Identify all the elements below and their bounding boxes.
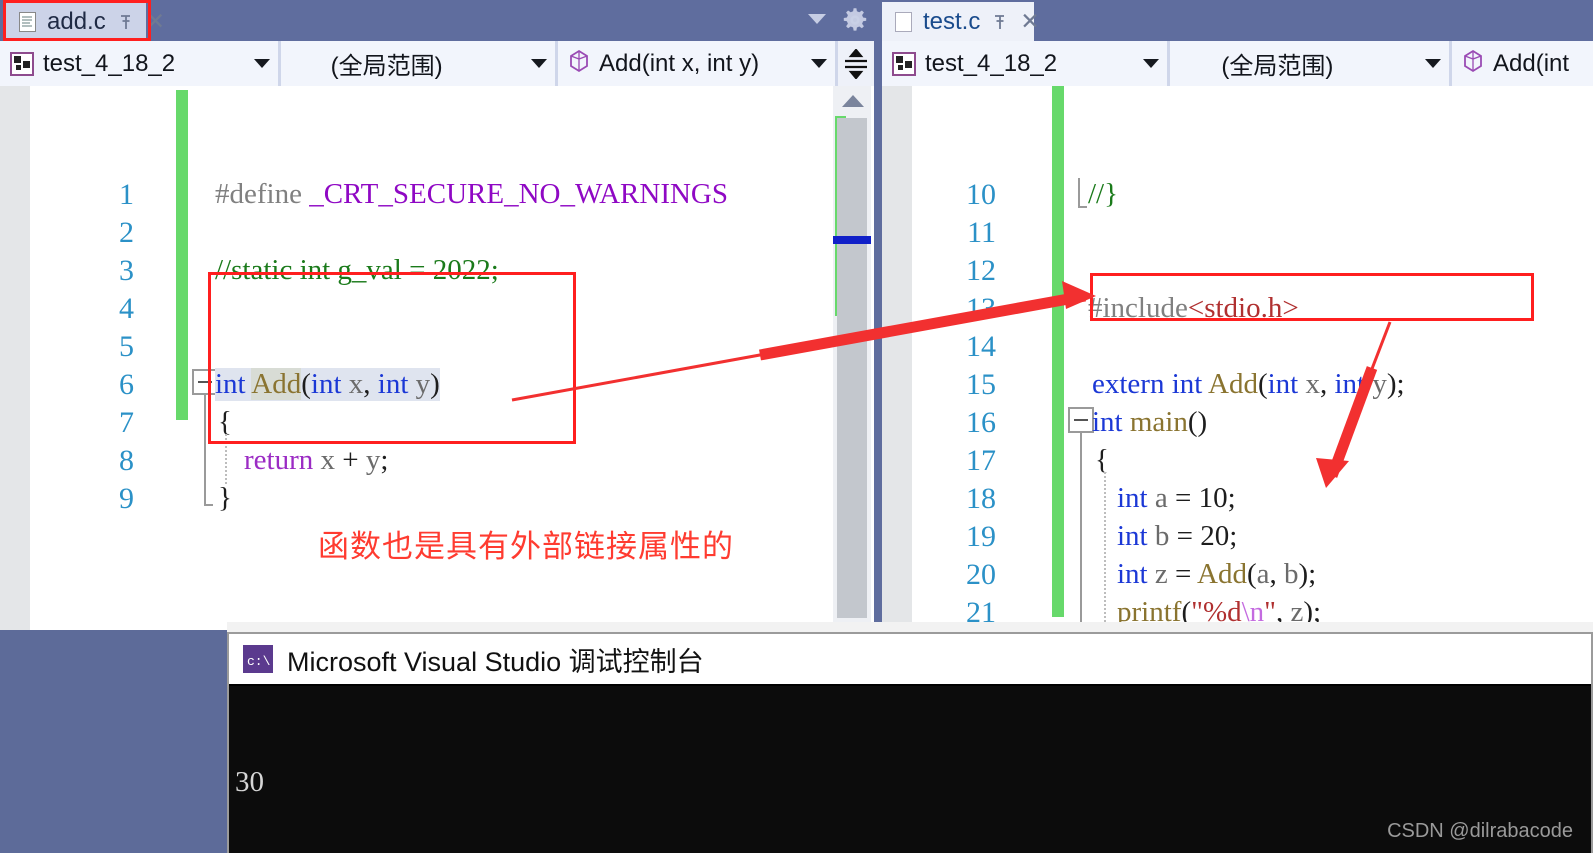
line-number: 8 [119,444,134,477]
editor-margin-left [0,86,30,630]
console-scrollbar[interactable] [1581,686,1589,853]
line-number: 17 [966,444,996,477]
line-number: 11 [967,216,996,249]
code-line-6: int Add(int x, int y) [215,368,440,401]
editor-margin-right [882,86,912,627]
code-line-9: } [218,482,232,514]
code-line-10: //} [1088,178,1119,210]
line-number: 2 [119,216,134,249]
chevron-down-icon[interactable] [808,14,826,24]
code-line-19: int b = 20; [1117,520,1238,552]
code-line-17: { [1095,444,1109,476]
pane-divider[interactable] [874,41,882,633]
visual-studio-window: add.c ✕ test.c ✕ test_4_18_2 (全局范围) Add(… [0,0,1593,853]
line-number: 20 [966,558,996,591]
code-line-18: int a = 10; [1117,482,1236,514]
code-line-15: extern int Add(int x, int y); [1092,368,1405,400]
split-window-icon[interactable] [838,41,874,86]
code-line-13: #include<stdio.h> [1088,292,1299,324]
document-icon [19,11,36,32]
project-combo-left[interactable]: test_4_18_2 [0,41,281,86]
console-output-line-1: 30 [235,766,264,799]
scrollbar-thumb[interactable] [837,118,867,618]
tab-add-c[interactable]: add.c ✕ [6,2,165,41]
code-line-16: int main() [1092,406,1208,438]
line-number: 19 [966,520,996,553]
fold-toggle-line-16[interactable] [1068,407,1094,433]
scope-combo-left[interactable]: (全局范围) [281,41,558,86]
tab-test-c[interactable]: test.c ✕ [882,2,1040,41]
debug-console-window[interactable]: c:\ Microsoft Visual Studio 调试控制台 30 D:\… [227,632,1593,853]
chevron-down-icon[interactable] [531,59,547,68]
change-indicator-bar [176,90,188,420]
close-icon[interactable]: ✕ [1020,10,1039,33]
tab-strip: add.c ✕ test.c ✕ [0,0,1593,41]
member-name: Add(int [1493,49,1570,77]
fold-guide-line [1078,178,1080,208]
project-name: test_4_18_2 [925,49,1058,77]
chevron-down-icon[interactable] [254,59,270,68]
chevron-down-icon[interactable] [1143,59,1159,68]
tab-label: add.c [47,7,106,35]
annotation-note: 函数也是具有外部链接属性的 [318,529,734,565]
project-icon [10,51,34,76]
line-number: 14 [966,330,996,363]
chevron-down-icon[interactable] [811,59,827,68]
editor-pane-test-c[interactable]: 10 11 12 13 14 15 16 17 18 19 20 21 22 2… [882,86,1593,627]
scope-name: (全局范围) [330,53,443,80]
member-name: Add(int x, int y) [599,49,760,77]
code-line-20: int z = Add(a, b); [1117,558,1317,590]
change-indicator-bar [1052,86,1064,617]
tab-label: test.c [923,7,981,35]
method-icon [568,49,590,78]
console-title-text: Microsoft Visual Studio 调试控制台 [287,646,704,677]
project-name: test_4_18_2 [43,49,176,77]
chevron-down-icon[interactable] [1424,59,1441,68]
console-shadow [227,622,1593,632]
member-combo-right[interactable]: Add(int [1452,41,1593,86]
navigation-bar-right: test_4_18_2 (全局范围) Add(int [882,41,1593,86]
code-line-1: #define _CRT_SECURE_NO_WARNINGS [215,178,729,210]
fold-guide-line [204,395,206,504]
member-combo-left[interactable]: Add(int x, int y) [558,41,838,86]
code-line-8: return x + y; [244,444,389,476]
scrollbar-caret-marker [833,236,871,244]
scope-combo-right[interactable]: (全局范围) [1170,41,1452,86]
scroll-up-arrow-icon[interactable] [842,95,864,107]
pin-icon[interactable] [117,13,135,31]
close-icon[interactable]: ✕ [146,10,165,33]
watermark: CSDN @dilrabacode [1387,820,1573,842]
scope-name: (全局范围) [1221,53,1334,80]
console-title-bar: c:\ Microsoft Visual Studio 调试控制台 [229,634,1591,684]
line-number: 4 [119,292,134,325]
fold-guide-line [1080,433,1082,627]
svg-text:c:\: c:\ [247,654,271,669]
line-number: 12 [966,254,996,287]
line-number: 16 [966,406,996,439]
line-number: 10 [966,178,996,211]
vertical-scrollbar-left[interactable] [833,86,871,630]
fold-guide-end [204,504,213,506]
pin-icon[interactable] [991,13,1009,31]
line-number: 6 [119,368,134,401]
line-number: 1 [119,178,134,211]
line-number: 7 [119,406,134,439]
line-number: 13 [966,292,996,325]
gear-icon[interactable] [841,6,869,39]
line-number: 15 [966,368,996,401]
line-number: 18 [966,482,996,515]
console-icon: c:\ [243,645,273,673]
document-icon [895,11,912,32]
project-icon [892,51,916,76]
line-number: 3 [119,254,134,287]
code-line-3: //static int g_val = 2022; [215,254,499,286]
navigation-bar-left: test_4_18_2 (全局范围) Add(int x, int y) [0,41,874,86]
line-number: 9 [119,482,134,515]
method-icon [1462,49,1484,78]
project-combo-right[interactable]: test_4_18_2 [882,41,1170,86]
line-number: 5 [119,330,134,363]
